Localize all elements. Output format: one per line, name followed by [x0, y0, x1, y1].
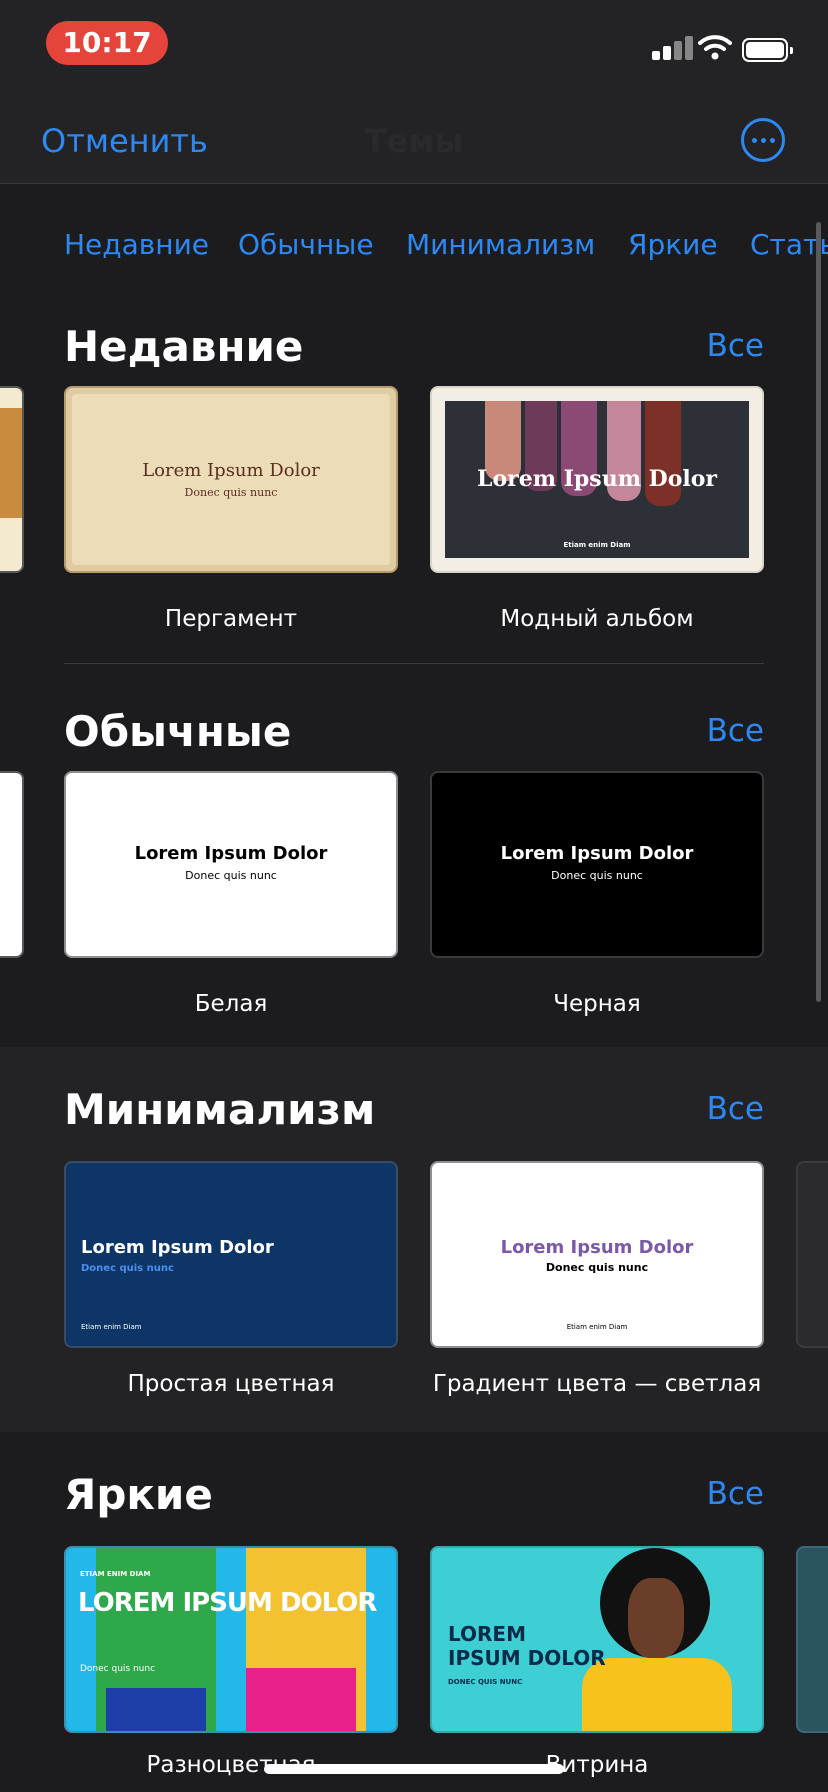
card-label: Градиент цвета — светлая: [432, 1371, 762, 1397]
cellular-signal-icon: [652, 36, 693, 60]
template-card-white[interactable]: Lorem Ipsum Dolor Donec quis nunc: [64, 771, 398, 958]
thumb-title: Lorem Ipsum Dolor: [476, 466, 718, 492]
status-bar: 10:17: [0, 0, 828, 92]
template-card-fashion-album[interactable]: Lorem Ipsum Dolor Etiam enim Diam: [430, 386, 764, 573]
template-card-showcase[interactable]: LOREM IPSUM DOLOR DONEC QUIS NUNC: [430, 1546, 764, 1733]
section-bright: Яркие Все ETIAM ENIM DIAM LOREM IPSUM DO…: [0, 1432, 828, 1792]
tab-minimalism[interactable]: Минимализм: [406, 228, 595, 261]
template-card-partial[interactable]: [796, 1546, 828, 1733]
thumb-title: Lorem Ipsum Dolor: [81, 1237, 274, 1258]
section-basic: Обычные Все Lorem Ipsum Dolor Donec quis…: [0, 685, 828, 1047]
thumb-subtitle: DONEC QUIS NUNC: [448, 1678, 523, 1686]
tab-recent[interactable]: Недавние: [64, 228, 209, 261]
see-all-button[interactable]: Все: [707, 713, 764, 749]
thumb-title-line2: IPSUM DOLOR: [448, 1646, 606, 1670]
navigation-bar: Отменить Темы: [0, 92, 828, 184]
template-card-partial[interactable]: [0, 386, 24, 573]
thumb-kicker: ETIAM ENIM DIAM: [80, 1570, 151, 1578]
template-card-black[interactable]: Lorem Ipsum Dolor Donec quis nunc: [430, 771, 764, 958]
card-label: Простая цветная: [127, 1371, 335, 1397]
wifi-icon: [698, 35, 732, 60]
section-title: Яркие: [64, 1470, 213, 1519]
thumb-subtitle: Donec quis nunc: [184, 486, 278, 499]
thumb-title: Lorem Ipsum Dolor: [500, 843, 694, 864]
tab-bright[interactable]: Яркие: [628, 228, 718, 261]
template-card-parchment[interactable]: Lorem Ipsum Dolor Donec quis nunc: [64, 386, 398, 573]
template-card-multicolor[interactable]: ETIAM ENIM DIAM LOREM IPSUM DOLOR Donec …: [64, 1546, 398, 1733]
section-title: Минимализм: [64, 1085, 376, 1134]
card-label: Белая: [194, 991, 268, 1017]
more-options-button[interactable]: [741, 118, 785, 162]
thumb-subtitle: Donec quis nunc: [551, 869, 643, 882]
template-card-gradient-light[interactable]: Lorem Ipsum Dolor Donec quis nunc Etiam …: [430, 1161, 764, 1348]
section-title: Недавние: [64, 322, 304, 371]
see-all-button[interactable]: Все: [707, 328, 764, 364]
battery-icon: [742, 38, 793, 62]
thumb-subtitle: Etiam enim Diam: [563, 541, 631, 549]
thumb-subtitle: Donec quis nunc: [185, 869, 277, 882]
section-divider: [64, 663, 764, 664]
card-label: Пергамент: [164, 606, 298, 632]
thumb-footer: Etiam enim Diam: [566, 1323, 628, 1331]
card-label: Модный альбом: [500, 606, 694, 632]
thumb-title: Lorem Ipsum Dolor: [500, 1237, 694, 1258]
template-card-simple-color[interactable]: Lorem Ipsum Dolor Donec quis nunc Etiam …: [64, 1161, 398, 1348]
home-indicator[interactable]: [264, 1764, 564, 1774]
section-title: Обычные: [64, 707, 292, 756]
thumb-title: Lorem Ipsum Dolor: [134, 843, 328, 864]
tab-basic[interactable]: Обычные: [238, 228, 374, 261]
thumb-subtitle: Donec quis nunc: [80, 1664, 156, 1674]
page-title: Темы: [364, 122, 464, 160]
section-recent: Недавние Все Lorem Ipsum Dolor Donec qui…: [0, 300, 828, 685]
see-all-button[interactable]: Все: [707, 1091, 764, 1127]
thumb-title: LOREM: [448, 1622, 526, 1646]
section-minimalism: Минимализм Все Lorem Ipsum Dolor Donec q…: [0, 1047, 828, 1432]
card-label: Черная: [553, 991, 641, 1017]
thumb-title: Lorem Ipsum Dolor: [142, 460, 320, 481]
see-all-button[interactable]: Все: [707, 1476, 764, 1512]
category-tabs: Недавние Обычные Минимализм Яркие Стать: [0, 222, 828, 266]
thumb-footer: Etiam enim Diam: [81, 1323, 142, 1331]
status-time: 10:17: [46, 21, 168, 65]
template-card-partial[interactable]: [0, 771, 24, 958]
thumb-subtitle: Donec quis nunc: [545, 1261, 649, 1274]
template-card-partial[interactable]: [796, 1161, 828, 1348]
thumb-title: LOREM IPSUM DOLOR: [78, 1588, 377, 1618]
thumb-subtitle: Donec quis nunc: [81, 1263, 174, 1274]
